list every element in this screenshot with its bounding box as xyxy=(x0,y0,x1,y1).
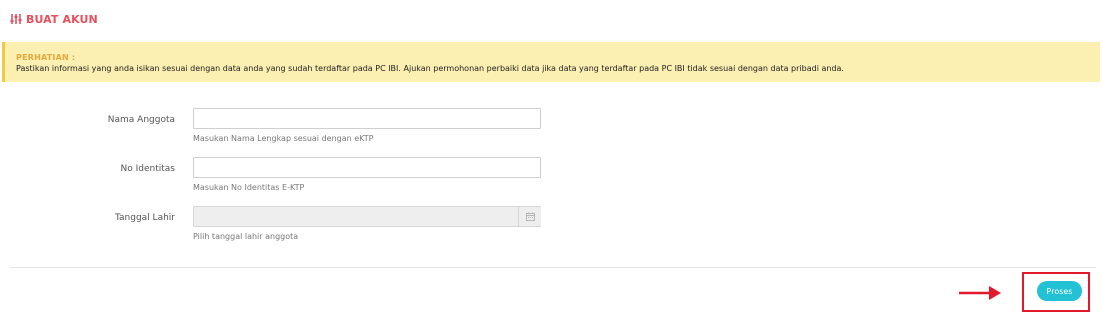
page-title: BUAT AKUN xyxy=(26,12,98,26)
no-identitas-label: No Identitas xyxy=(120,164,175,174)
arrow-right-icon xyxy=(957,283,1003,303)
page-header: BUAT AKUN xyxy=(10,10,98,28)
calendar-icon[interactable] xyxy=(518,207,541,226)
proses-button[interactable]: Proses xyxy=(1037,281,1082,301)
nama-anggota-help: Masukan Nama Lengkap sesuai dengan eKTP xyxy=(193,134,374,143)
sliders-icon xyxy=(10,13,22,25)
form-divider xyxy=(10,267,1096,268)
no-identitas-help: Masukan No Identitas E-KTP xyxy=(193,183,305,192)
tanggal-lahir-label: Tanggal Lahir xyxy=(115,213,175,223)
nama-anggota-input[interactable] xyxy=(193,108,541,129)
alert-title: PERHATIAN : xyxy=(16,53,76,62)
nama-anggota-label: Nama Anggota xyxy=(107,115,175,125)
tanggal-lahir-input[interactable] xyxy=(193,206,541,227)
warning-alert: PERHATIAN : Pastikan informasi yang anda… xyxy=(2,42,1100,82)
alert-text: Pastikan informasi yang anda isikan sesu… xyxy=(16,64,844,73)
no-identitas-input[interactable] xyxy=(193,157,541,178)
tanggal-lahir-help: Pilih tanggal lahir anggota xyxy=(193,232,299,241)
